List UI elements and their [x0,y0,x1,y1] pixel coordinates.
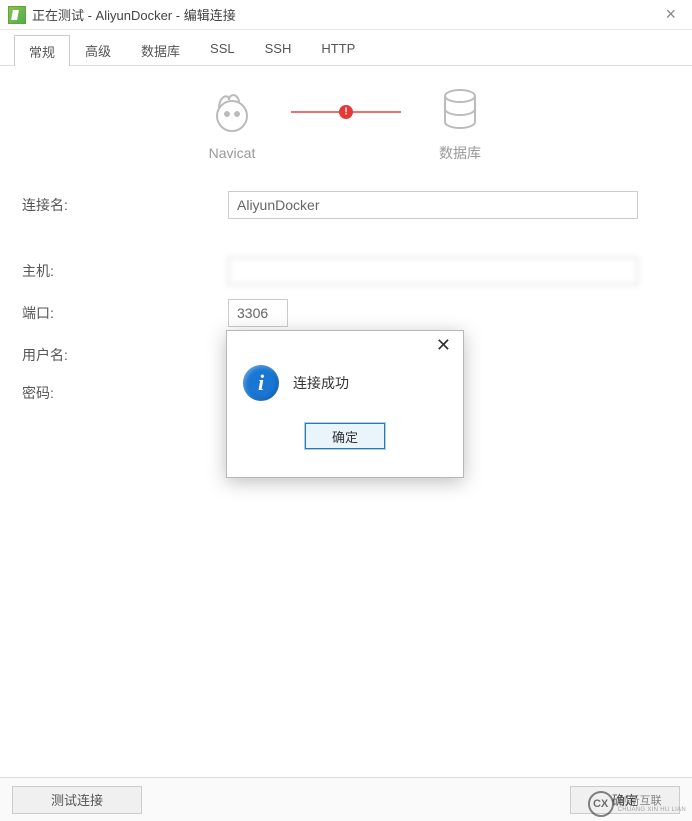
tab-ssh[interactable]: SSH [250,34,307,65]
tab-database[interactable]: 数据库 [126,34,195,65]
conn-name-label: 连接名: [20,195,228,215]
database-icon [437,86,483,137]
test-connection-button[interactable]: 测试连接 [12,786,142,814]
message-dialog: ✕ i 连接成功 确定 [226,330,464,478]
tab-general[interactable]: 常规 [14,35,70,66]
connection-error-icon [291,111,401,113]
diagram-database: 数据库 [405,86,515,163]
tab-bar: 常规 高级 数据库 SSL SSH HTTP [0,34,692,66]
diagram-navicat: Navicat [177,88,287,161]
navicat-icon [209,88,255,139]
watermark: CX 创新互联 CHUANG XIN HU LIAN [588,791,686,817]
tab-http[interactable]: HTTP [306,34,370,65]
host-input[interactable] [228,257,638,285]
diagram-navicat-label: Navicat [209,145,256,161]
tab-advanced[interactable]: 高级 [70,34,126,65]
app-icon [8,6,26,24]
close-icon[interactable]: × [657,4,684,25]
watermark-icon: CX [588,791,614,817]
dialog-close-icon[interactable]: ✕ [430,335,457,356]
user-label: 用户名: [20,345,228,365]
conn-name-input[interactable] [228,191,638,219]
watermark-sub: CHUANG XIN HU LIAN [618,807,686,813]
info-icon: i [243,365,279,401]
connection-diagram: Navicat 数据库 [20,86,672,163]
port-input[interactable] [228,299,288,327]
dialog-ok-button[interactable]: 确定 [305,423,385,449]
watermark-brand: 创新互联 [618,796,686,807]
window-title: 正在测试 - AliyunDocker - 编辑连接 [32,5,657,24]
host-label: 主机: [20,261,228,281]
diagram-db-label: 数据库 [439,143,481,163]
tab-ssl[interactable]: SSL [195,34,250,65]
titlebar: 正在测试 - AliyunDocker - 编辑连接 × [0,0,692,30]
password-label: 密码: [20,383,228,403]
dialog-message: 连接成功 [293,373,349,393]
port-label: 端口: [20,303,228,323]
